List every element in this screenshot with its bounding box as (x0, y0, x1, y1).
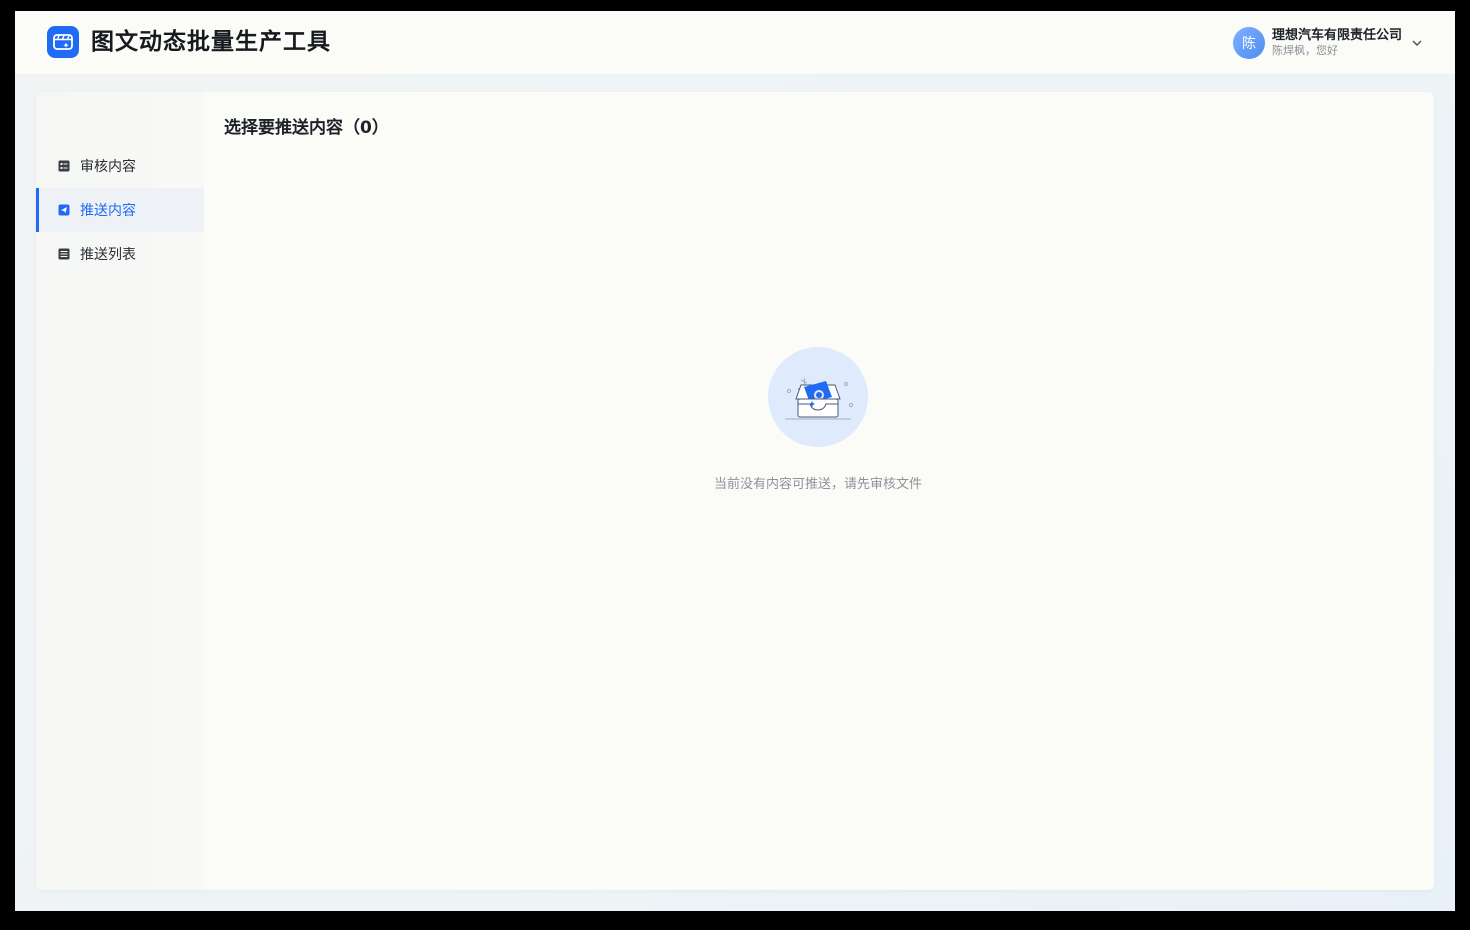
sidebar-item-label: 审核内容 (80, 159, 136, 175)
sidebar: 审核内容 推送内容 推送列表 (36, 92, 204, 890)
empty-inbox-icon (768, 347, 868, 447)
sidebar-item-push[interactable]: 推送内容 (36, 188, 204, 232)
list-icon (58, 248, 70, 260)
page-title: 选择要推送内容（0） (224, 118, 389, 138)
app-window: 图文动态批量生产工具 陈 理想汽车有限责任公司 陈焊枫，您好 审核内容 推送内容… (15, 11, 1455, 911)
empty-state-text: 当前没有内容可推送，请先审核文件 (713, 477, 922, 492)
sidebar-item-label: 推送列表 (80, 247, 136, 263)
main-panel: 审核内容 推送内容 推送列表 选择要推送内容（0） 当前没有内容可推送，请先审核… (36, 92, 1434, 890)
avatar[interactable]: 陈 (1232, 27, 1265, 59)
video-edit-icon[interactable] (47, 26, 79, 58)
top-header: 图文动态批量生产工具 陈 理想汽车有限责任公司 陈焊枫，您好 (15, 11, 1455, 75)
app-title: 图文动态批量生产工具 (91, 29, 331, 55)
sidebar-menu: 审核内容 推送内容 推送列表 (36, 144, 204, 276)
sidebar-item-label: 推送内容 (80, 203, 136, 219)
send-icon (58, 204, 70, 216)
sidebar-item-review[interactable]: 审核内容 (36, 144, 204, 188)
empty-state: 当前没有内容可推送，请先审核文件 (696, 347, 940, 492)
review-list-icon (58, 160, 70, 172)
user-menu[interactable]: 陈 理想汽车有限责任公司 陈焊枫，您好 (1232, 25, 1423, 61)
chevron-down-icon[interactable] (1411, 37, 1423, 49)
user-info: 理想汽车有限责任公司 陈焊枫，您好 (1272, 28, 1402, 58)
sidebar-item-push-list[interactable]: 推送列表 (36, 232, 204, 276)
company-name: 理想汽车有限责任公司 (1271, 28, 1402, 43)
user-greeting: 陈焊枫，您好 (1271, 44, 1338, 57)
